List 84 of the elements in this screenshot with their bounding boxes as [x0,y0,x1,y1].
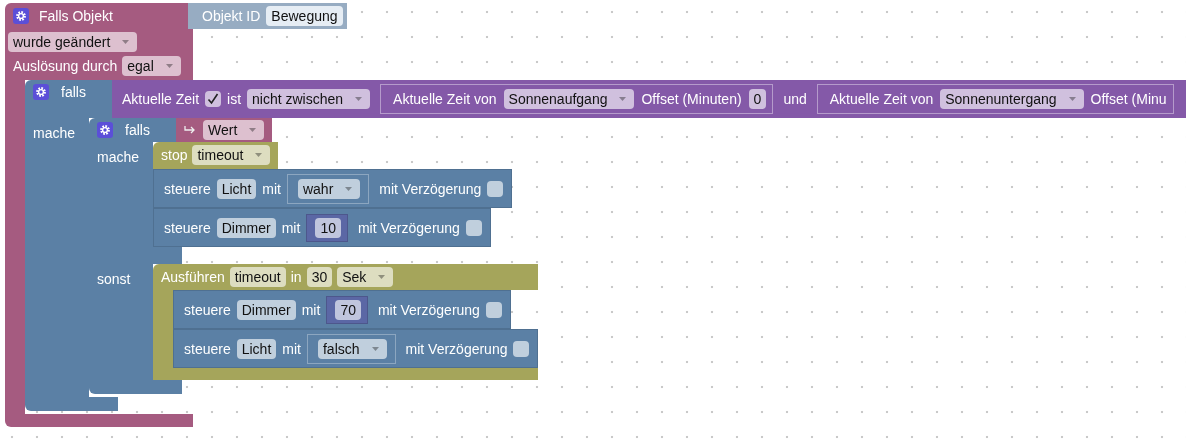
block-label: mit [262,180,281,197]
boolean-block[interactable]: falsch [306,333,396,364]
dropdown[interactable]: nicht zwischen [247,89,371,109]
caret-icon [345,186,353,191]
dropdown[interactable]: egal [122,55,181,76]
caret-icon [249,128,257,132]
text-field[interactable]: 30 [306,267,333,287]
dropdown[interactable]: Sek [337,267,394,287]
block-label: mit Verzögerung [377,301,480,318]
block-label: Ausführen [161,269,225,285]
block-label: Objekt ID [202,8,261,24]
block-label: mache [97,149,140,165]
dropdown[interactable]: timeout [192,145,271,165]
block-label: mit Verzögerung [357,219,460,236]
control-block[interactable]: steuere Licht mit wahr mit Verzögerung [153,169,513,208]
block-label: steuere [184,340,231,357]
block-label: Offset (Minu [1090,91,1167,107]
gear-icon[interactable] [13,8,29,24]
block-label: ist [227,91,242,107]
block-label: Falls Objekt [39,8,113,24]
caret-icon [355,97,363,101]
timeout-block-head[interactable]: Ausführen timeout in 30 Sek [153,264,539,290]
checkbox[interactable] [485,301,502,318]
block-label: Aktuelle Zeit [122,91,200,107]
time-condition-block[interactable]: Aktuelle Zeit ist nicht zwischen Aktuelle Zeit von Sonnenaufgang Offset (Minuten) 0 und Aktuelle Zeit von Sonnenuntergang Offset (Minu [112,80,1186,118]
text-field[interactable]: 10 [315,217,341,238]
object-id-block[interactable]: Objekt ID Bewegung [188,3,347,29]
dropdown[interactable]: Sonnenaufgang [503,89,635,109]
caret-icon [371,346,379,351]
dropdown[interactable]: falsch [317,338,387,359]
number-block[interactable]: 70 [326,295,368,324]
dropdown[interactable]: wurde geändert [8,31,138,52]
checkbox[interactable] [205,91,222,107]
block-label: Aktuelle Zeit von [829,91,934,107]
caret-icon [165,63,173,68]
block-label: steuere [184,301,231,318]
block-label: stop [161,147,188,163]
block-label: mit [282,340,301,357]
block-label: steuere [164,219,211,236]
dropdown[interactable]: wahr [297,178,361,199]
block-label: Auslösung durch [13,57,118,74]
checkbox[interactable] [465,219,482,236]
block-label: und [783,91,807,107]
text-field[interactable]: Licht [216,178,257,199]
time-value-block[interactable]: Aktuelle Zeit von Sonnenaufgang Offset (Minuten) 0 [380,84,774,114]
gear-icon[interactable] [97,122,113,138]
block-label: steuere [164,180,211,197]
stop-timer-block[interactable]: stop timeout [153,142,279,169]
caret-icon [122,39,130,44]
return-arrow-icon [184,125,196,135]
checkbox[interactable] [513,340,530,357]
control-block[interactable]: steuere Dimmer mit 70 mit Verzögerung [173,290,511,329]
block-label: Offset (Minuten) [641,91,742,107]
block-label: mit [281,219,301,236]
checkbox[interactable] [487,180,504,197]
block-label: sonst [97,271,131,287]
control-block[interactable]: steuere Dimmer mit 10 mit Verzögerung [153,208,491,247]
caret-icon [619,97,627,101]
block-label: mit Verzögerung [405,340,508,357]
gear-icon[interactable] [33,84,49,100]
text-field[interactable]: Dimmer [236,299,296,320]
text-field[interactable]: 70 [335,299,361,320]
block-label: Aktuelle Zeit von [393,91,497,107]
text-field[interactable]: 0 [748,89,767,109]
block-label: mit [301,301,321,318]
number-block[interactable]: 10 [306,213,348,242]
time-value-block[interactable]: Aktuelle Zeit von Sonnenuntergang Offset (Minu [816,84,1174,114]
dropdown[interactable]: Wert [203,120,265,140]
variable-block[interactable]: Wert [176,118,273,142]
boolean-block[interactable]: wahr [286,173,370,204]
dropdown[interactable]: Sonnenuntergang [940,89,1084,109]
text-field[interactable]: Licht [236,338,277,359]
text-field[interactable]: Bewegung [266,6,343,26]
control-block[interactable]: steuere Licht mit falsch mit Verzögerung [173,329,539,368]
text-field[interactable]: Dimmer [216,217,276,238]
caret-icon [1068,97,1076,101]
block-label: mit Verzögerung [379,180,482,197]
block-label: falls [61,84,86,100]
block-label: falls [125,122,150,138]
block-label: mache [33,125,76,141]
caret-icon [255,153,263,157]
caret-icon [378,275,386,279]
block-label: in [290,269,302,285]
text-field[interactable]: timeout [229,267,286,287]
